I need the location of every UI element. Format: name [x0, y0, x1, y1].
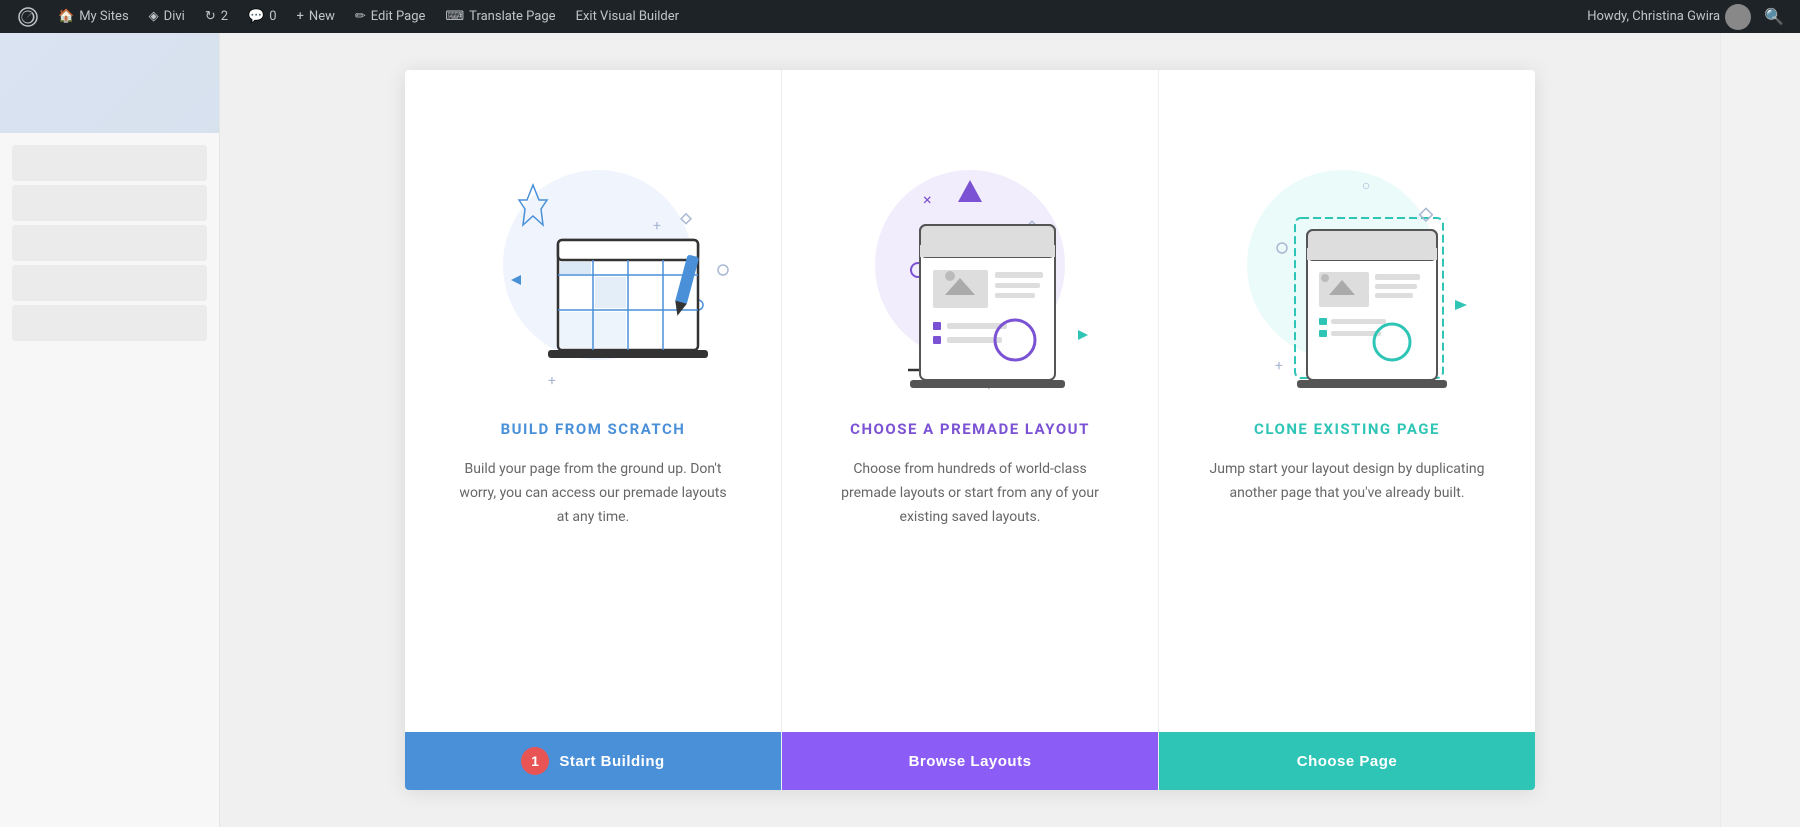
comments-menu[interactable]: 💬 0 — [238, 0, 287, 33]
sidebar-items — [0, 133, 219, 353]
sidebar-top — [0, 33, 219, 133]
choose-premade-layout-card: + × — [782, 70, 1159, 790]
cards-container: + + — [405, 70, 1535, 790]
svg-text:×: × — [923, 190, 932, 209]
card-footer-clone: Choose Page — [1159, 732, 1535, 790]
start-building-button[interactable]: 1 Start Building — [405, 732, 781, 790]
sidebar-item — [12, 225, 207, 261]
edit-icon: ✏ — [355, 9, 366, 24]
choose-page-label: Choose Page — [1297, 753, 1398, 770]
my-sites-label: My Sites — [79, 9, 128, 24]
card-description-scratch: Build your page from the ground up. Don'… — [453, 458, 733, 529]
choose-page-button[interactable]: Choose Page — [1159, 732, 1535, 790]
divi-icon: ◈ — [149, 9, 159, 24]
avatar — [1725, 4, 1751, 30]
translate-icon: ⌨ — [445, 9, 464, 24]
comments-icon: 💬 — [248, 9, 264, 24]
card-footer-scratch: 1 Start Building — [405, 732, 781, 790]
updates-menu[interactable]: ↻ 2 — [195, 0, 238, 33]
sidebar-item — [12, 265, 207, 301]
start-building-label: Start Building — [559, 753, 664, 770]
build-from-scratch-card: + + — [405, 70, 782, 790]
choose-premade-svg: + × — [830, 110, 1110, 390]
card-title-premade: CHOOSE A PREMADE LAYOUT — [850, 420, 1090, 438]
updates-count: 2 — [221, 9, 228, 24]
sidebar-item — [12, 305, 207, 341]
card-footer-premade: Browse Layouts — [782, 732, 1158, 790]
translate-page-label: Translate Page — [469, 9, 555, 24]
comments-count: 0 — [269, 9, 276, 24]
right-panel — [1720, 33, 1800, 827]
card-description-premade: Choose from hundreds of world-class prem… — [830, 458, 1110, 529]
browse-layouts-label: Browse Layouts — [909, 753, 1032, 770]
edit-page-label: Edit Page — [371, 9, 426, 24]
exit-builder-menu[interactable]: Exit Visual Builder — [566, 0, 689, 33]
divi-label: Divi — [164, 9, 185, 24]
sidebar-item — [12, 185, 207, 221]
search-icon[interactable]: 🔍 — [1756, 7, 1792, 26]
my-sites-menu[interactable]: 🏠 My Sites — [48, 0, 139, 33]
updates-icon: ↻ — [205, 9, 216, 24]
clone-existing-page-card: ○ + — [1159, 70, 1535, 790]
plus-icon: + — [297, 9, 304, 24]
svg-text:+: + — [1275, 358, 1283, 374]
admin-bar-left: 🏠 My Sites ◈ Divi ↻ 2 💬 0 + New ✏ Edit P… — [8, 0, 1587, 33]
choose-premade-illustration: + × — [830, 110, 1110, 390]
card-title-clone: CLONE EXISTING PAGE — [1254, 420, 1440, 438]
divi-menu[interactable]: ◈ Divi — [139, 0, 195, 33]
edit-page-menu[interactable]: ✏ Edit Page — [345, 0, 436, 33]
card-title-scratch: BUILD FROM SCRATCH — [501, 420, 686, 438]
svg-text:○: ○ — [1362, 178, 1370, 194]
sidebar — [0, 33, 220, 827]
cards-wrapper: + + — [220, 33, 1720, 827]
build-from-scratch-svg: + + — [453, 110, 733, 390]
sidebar-item — [12, 145, 207, 181]
card-description-clone: Jump start your layout design by duplica… — [1207, 458, 1487, 506]
clone-existing-svg: ○ + — [1207, 110, 1487, 390]
howdy-text: Howdy, Christina Gwira — [1587, 9, 1720, 24]
translate-page-menu[interactable]: ⌨ Translate Page — [435, 0, 565, 33]
browse-layouts-button[interactable]: Browse Layouts — [782, 732, 1158, 790]
svg-text:+: + — [548, 373, 556, 389]
new-label: New — [309, 9, 335, 24]
main-content: + + — [0, 33, 1800, 827]
admin-bar: 🏠 My Sites ◈ Divi ↻ 2 💬 0 + New ✏ Edit P… — [0, 0, 1800, 33]
exit-builder-label: Exit Visual Builder — [576, 9, 679, 24]
build-from-scratch-illustration: + + — [453, 110, 733, 390]
admin-bar-right: Howdy, Christina Gwira 🔍 — [1587, 4, 1792, 30]
new-menu[interactable]: + New — [287, 0, 345, 33]
my-sites-icon: 🏠 — [58, 9, 74, 24]
clone-existing-illustration: ○ + — [1207, 110, 1487, 390]
wordpress-logo[interactable] — [8, 0, 48, 33]
start-building-badge: 1 — [521, 747, 549, 775]
svg-text:+: + — [653, 218, 661, 234]
